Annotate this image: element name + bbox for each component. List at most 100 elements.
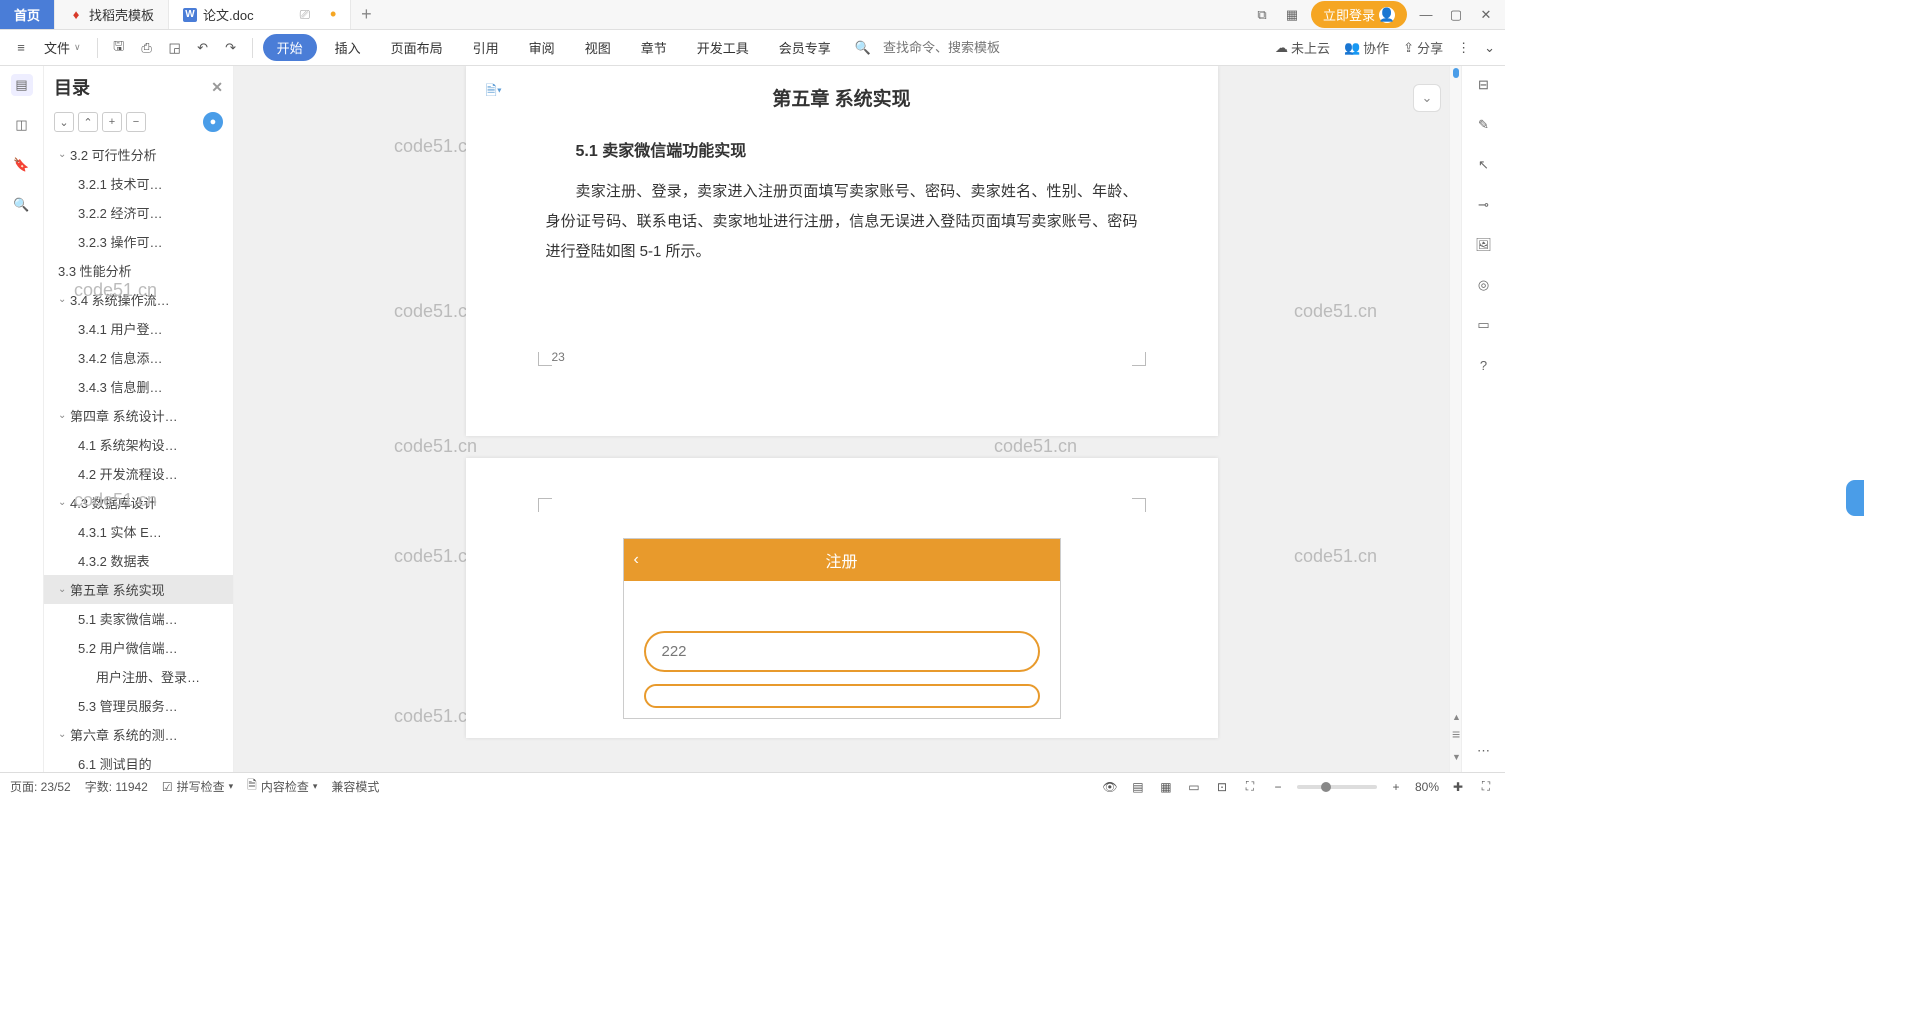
- toc-item[interactable]: ⌄3.2 可行性分析: [44, 140, 233, 169]
- tab-chapter[interactable]: 章节: [629, 32, 679, 63]
- tab-dev[interactable]: 开发工具: [685, 32, 761, 63]
- expand-all-button[interactable]: ⌃: [78, 112, 98, 132]
- zoom-fit-icon[interactable]: ⛶: [1241, 778, 1259, 796]
- zoom-out-button[interactable]: −: [1269, 778, 1287, 796]
- web-view-icon[interactable]: ▦: [1157, 778, 1175, 796]
- toc-item[interactable]: 4.2 开发流程设…: [44, 459, 233, 488]
- print-icon[interactable]: ⎙: [136, 37, 158, 59]
- toc-item[interactable]: 3.2.2 经济可…: [44, 198, 233, 227]
- zoom-level[interactable]: 80%: [1415, 780, 1439, 794]
- chevron-down-icon[interactable]: ⌄: [58, 497, 68, 508]
- close-button[interactable]: ✕: [1475, 4, 1497, 26]
- cloud-status[interactable]: ☁未上云: [1275, 38, 1330, 57]
- scroll-thumb[interactable]: [1453, 68, 1459, 78]
- toc-item[interactable]: 4.3.2 数据表: [44, 546, 233, 575]
- toc-item[interactable]: ⌄第五章 系统实现: [44, 575, 233, 604]
- cursor-icon[interactable]: ↖: [1473, 154, 1495, 176]
- toc-item[interactable]: 3.4.3 信息删…: [44, 372, 233, 401]
- target-icon[interactable]: ◎: [1473, 274, 1495, 296]
- more-icon[interactable]: ⋮: [1457, 40, 1470, 56]
- toc-item[interactable]: 5.1 卖家微信端…: [44, 604, 233, 633]
- tab-document[interactable]: W论文.doc⎚•: [169, 0, 351, 29]
- outline-icon[interactable]: ▤: [11, 74, 33, 96]
- page-icon[interactable]: 🗎▾: [486, 80, 502, 104]
- chevron-down-icon[interactable]: ⌄: [58, 149, 68, 160]
- help-icon[interactable]: ?: [1473, 354, 1495, 376]
- compat-mode[interactable]: 兼容模式: [331, 778, 379, 795]
- read-icon[interactable]: ▭: [1473, 314, 1495, 336]
- more-icon[interactable]: ⋯: [1473, 740, 1495, 762]
- structure-icon[interactable]: ◫: [11, 114, 33, 136]
- toc-item[interactable]: 3.4.1 用户登…: [44, 314, 233, 343]
- image-icon[interactable]: 🖼: [1473, 234, 1495, 256]
- chevron-down-icon[interactable]: ⌄: [58, 294, 68, 305]
- outline-view-icon[interactable]: ▭: [1185, 778, 1203, 796]
- tab-start[interactable]: 开始: [263, 34, 317, 61]
- command-search-input[interactable]: [877, 36, 1065, 59]
- toc-item[interactable]: ⌄3.4 系统操作流…: [44, 285, 233, 314]
- login-button[interactable]: 立即登录👤: [1311, 1, 1407, 28]
- preview-icon[interactable]: ◲: [164, 37, 186, 59]
- minimize-button[interactable]: —: [1415, 4, 1437, 26]
- collapse-button[interactable]: ⌄: [1413, 84, 1441, 112]
- layout-icon[interactable]: ⧉: [1251, 4, 1273, 26]
- toc-item[interactable]: ⌄4.3 数据库设计: [44, 488, 233, 517]
- bookmark-icon[interactable]: 🔖: [11, 154, 33, 176]
- chevron-down-icon[interactable]: ⌄: [58, 729, 68, 740]
- tab-review[interactable]: 审阅: [517, 32, 567, 63]
- menu-icon[interactable]: ≡: [10, 37, 32, 59]
- fullscreen-icon[interactable]: ⛶: [1477, 778, 1495, 796]
- toc-item[interactable]: 用户注册、登录…: [44, 662, 233, 691]
- read-view-icon[interactable]: ⊡: [1213, 778, 1231, 796]
- word-count[interactable]: 字数: 11942: [85, 778, 148, 795]
- adjust-icon[interactable]: ⊟: [1473, 74, 1495, 96]
- pen-icon[interactable]: ✎: [1473, 114, 1495, 136]
- zoom-slider[interactable]: [1297, 785, 1377, 789]
- zoom-in-button[interactable]: +: [1387, 778, 1405, 796]
- remove-button[interactable]: −: [126, 112, 146, 132]
- chevron-down-icon[interactable]: ⌄: [1484, 40, 1495, 56]
- chevron-down-icon[interactable]: ⌄: [58, 584, 68, 595]
- tab-ref[interactable]: 引用: [461, 32, 511, 63]
- spellcheck-button[interactable]: ☑拼写检查▾: [162, 778, 233, 795]
- content-check-button[interactable]: 🗎内容检查▾: [247, 776, 317, 797]
- toc-item[interactable]: ⌄第四章 系统设计…: [44, 401, 233, 430]
- tab-template[interactable]: ♦找稻壳模板: [55, 0, 169, 29]
- toc-item[interactable]: 3.3 性能分析: [44, 256, 233, 285]
- tab-view[interactable]: 视图: [573, 32, 623, 63]
- settings-icon[interactable]: ⊸: [1473, 194, 1495, 216]
- scrollbar[interactable]: ▲ ≡ ▼: [1449, 66, 1461, 772]
- toc-item[interactable]: 6.1 测试目的: [44, 749, 233, 772]
- maximize-button[interactable]: ▢: [1445, 4, 1467, 26]
- new-tab-button[interactable]: +: [351, 0, 381, 29]
- toc-item[interactable]: 4.1 系统架构设…: [44, 430, 233, 459]
- add-icon[interactable]: ✚: [1449, 778, 1467, 796]
- tab-insert[interactable]: 插入: [323, 32, 373, 63]
- toc-item[interactable]: 3.2.1 技术可…: [44, 169, 233, 198]
- side-tab[interactable]: [1846, 480, 1864, 516]
- toc-item[interactable]: 3.2.3 操作可…: [44, 227, 233, 256]
- tab-member[interactable]: 会员专享: [767, 32, 843, 63]
- file-menu[interactable]: 文件∨: [38, 38, 87, 57]
- toc-item[interactable]: ⌄第六章 系统的测…: [44, 720, 233, 749]
- share-button[interactable]: ⇪分享: [1403, 38, 1443, 57]
- eye-icon[interactable]: 👁: [1101, 778, 1119, 796]
- tab-home[interactable]: 首页: [0, 0, 55, 29]
- page-view-icon[interactable]: ▤: [1129, 778, 1147, 796]
- collab-button[interactable]: 👥协作: [1344, 38, 1389, 57]
- search-icon[interactable]: 🔍: [11, 194, 33, 216]
- save-icon[interactable]: 🖫: [108, 37, 130, 59]
- toc-item[interactable]: 4.3.1 实体 E…: [44, 517, 233, 546]
- toc-item[interactable]: 5.2 用户微信端…: [44, 633, 233, 662]
- toc-item[interactable]: 5.3 管理员服务…: [44, 691, 233, 720]
- device-icon[interactable]: ⎚: [300, 7, 310, 23]
- close-icon[interactable]: ✕: [211, 79, 223, 96]
- sync-button[interactable]: ●: [203, 112, 223, 132]
- add-button[interactable]: +: [102, 112, 122, 132]
- undo-icon[interactable]: ↶: [192, 37, 214, 59]
- page-indicator[interactable]: 页面: 23/52: [10, 778, 71, 795]
- redo-icon[interactable]: ↷: [220, 37, 242, 59]
- tab-layout[interactable]: 页面布局: [379, 32, 455, 63]
- chevron-down-icon[interactable]: ⌄: [58, 410, 68, 421]
- grid-icon[interactable]: ▦: [1281, 4, 1303, 26]
